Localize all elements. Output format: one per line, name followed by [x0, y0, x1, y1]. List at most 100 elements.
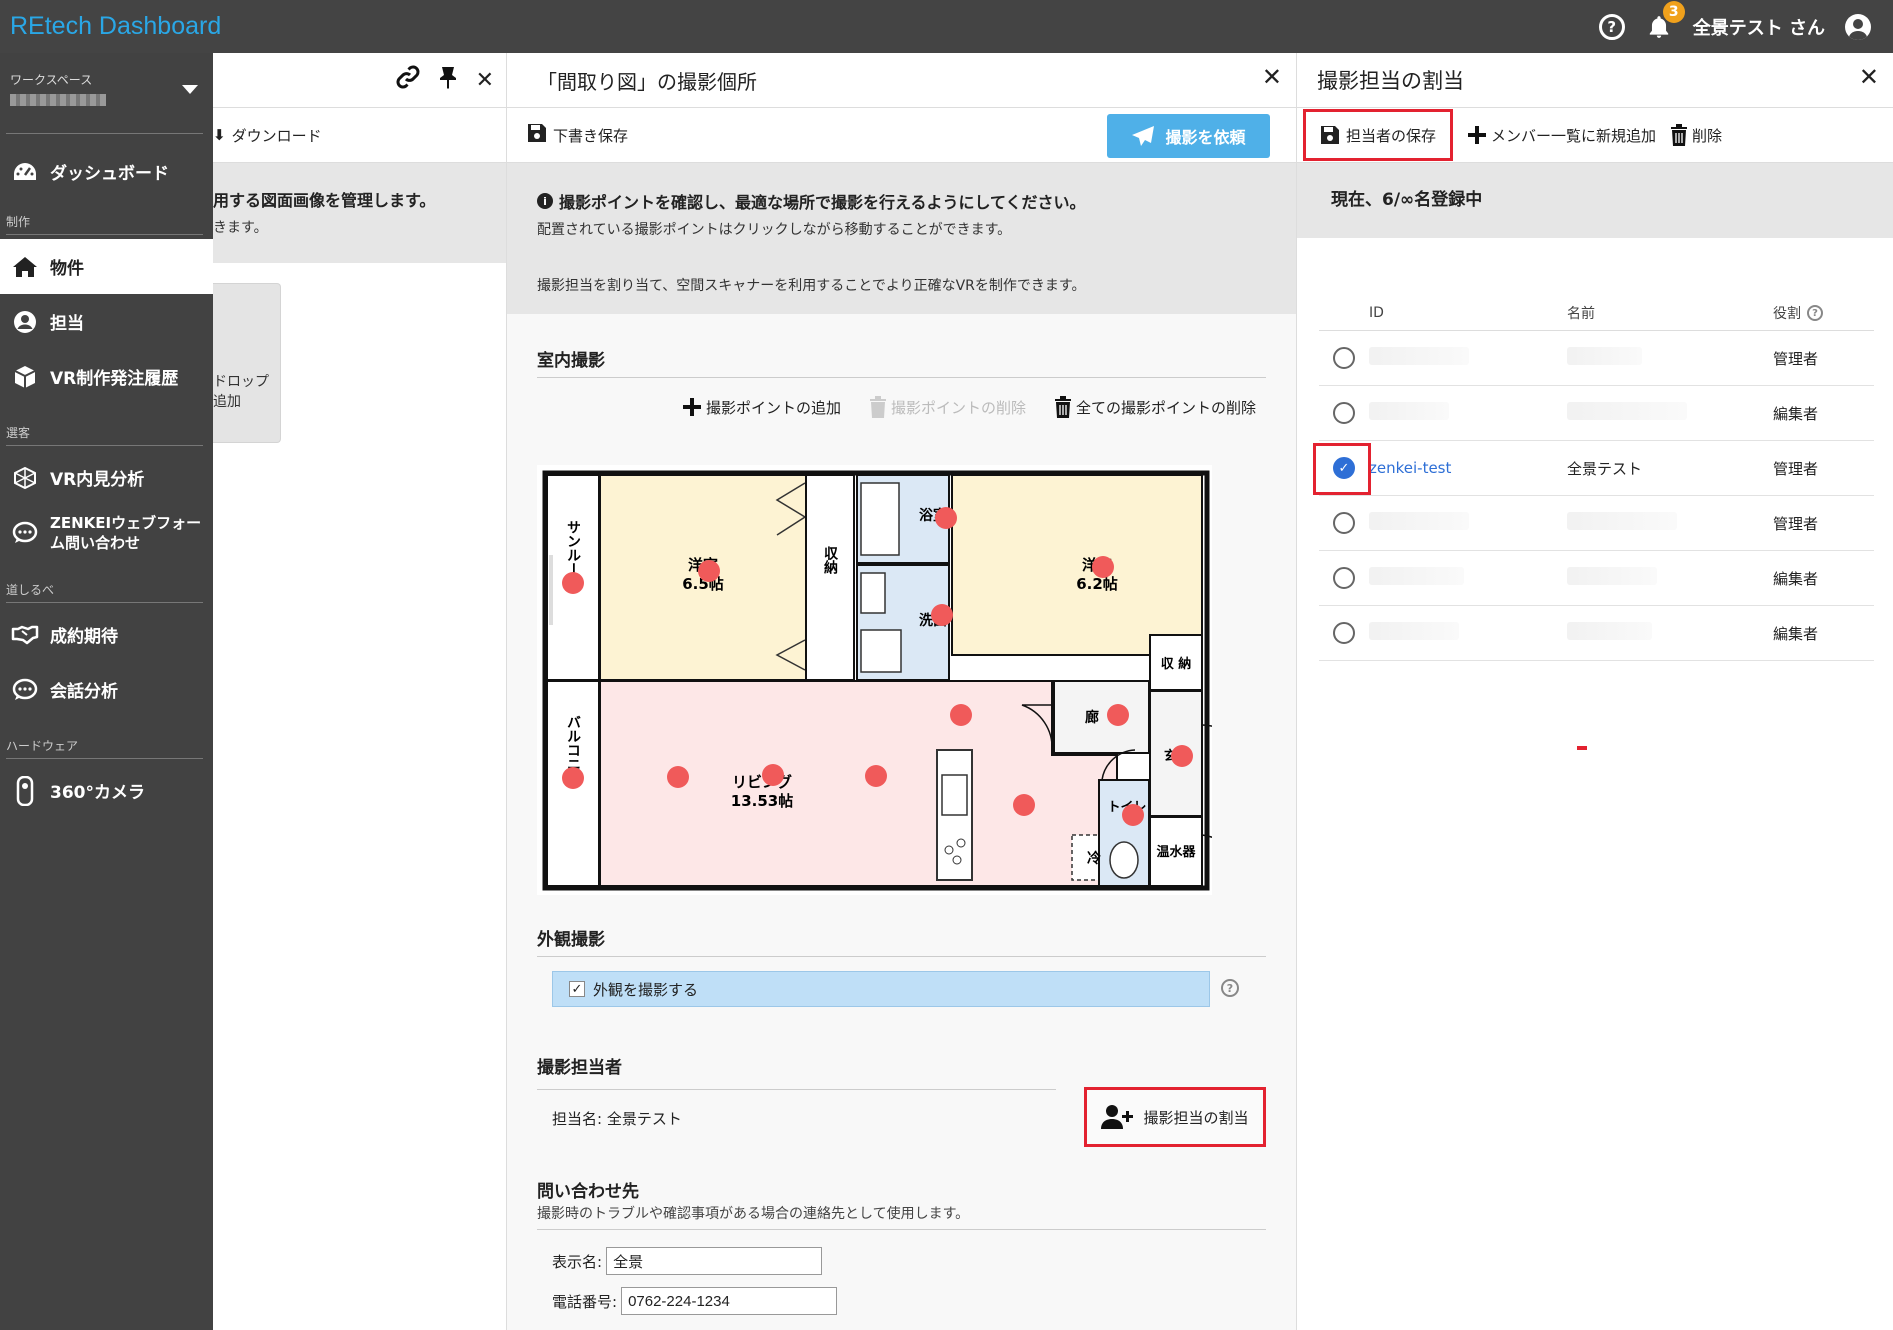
shooting-point[interactable] — [1107, 704, 1129, 726]
save-icon — [527, 123, 547, 147]
shooting-point[interactable] — [935, 507, 957, 529]
shooting-point[interactable] — [931, 604, 953, 626]
shooting-point[interactable] — [1092, 556, 1114, 578]
assign-photographer-button[interactable]: 撮影担当の割当 — [1084, 1087, 1266, 1147]
shooting-point[interactable] — [1013, 794, 1035, 816]
row-name — [1567, 347, 1773, 369]
avatar[interactable] — [1845, 13, 1871, 40]
sidebar-item-label: VR制作発注履歴 — [50, 369, 179, 389]
row-select[interactable] — [1319, 402, 1369, 424]
sidebar-item-vr-analysis[interactable]: VR内見分析 — [0, 450, 213, 505]
shooting-point[interactable] — [1171, 745, 1193, 767]
sidebar-item-dashboard[interactable]: ダッシュボード — [0, 144, 213, 199]
exterior-checkbox-row[interactable]: ✓ 外観を撮影する — [552, 971, 1210, 1007]
request-shooting-button[interactable]: 撮影を依頼 — [1107, 114, 1270, 158]
row-id[interactable]: zenkei-test — [1369, 459, 1567, 477]
sidebar-item-label: 360°カメラ — [50, 783, 145, 803]
phone-input[interactable]: 0762-224-1234 — [621, 1287, 838, 1315]
pin-icon[interactable] — [438, 65, 458, 95]
photographer-section-title: 撮影担当者 — [537, 1058, 622, 1078]
display-name-label: 表示名: — [552, 1252, 603, 1271]
add-point-button[interactable]: 撮影ポイントの追加 — [682, 397, 841, 418]
sidebar-section-hardware: ハードウェア — [6, 739, 79, 753]
row-role: 編集者 — [1773, 569, 1819, 588]
floorplan[interactable]: サンルーム 洋室 6.5帖 収納 浴室 洗面 洋室 6.2帖 収 納 バルコニー… — [537, 465, 1212, 895]
shooting-point[interactable] — [950, 704, 972, 726]
sidebar-item-staff[interactable]: 担当 — [0, 294, 213, 349]
table-row[interactable]: 編集者 — [1319, 551, 1874, 606]
sidebar-item-web-form[interactable]: ZENKEIウェブフォー ム問い合わせ — [0, 505, 213, 561]
column-id: ID — [1369, 305, 1384, 321]
row-role: 管理者 — [1773, 349, 1819, 368]
chevron-down-icon[interactable] — [182, 85, 198, 94]
assigned-photographer-text: 担当名: 全景テスト — [552, 1110, 682, 1128]
exterior-checkbox[interactable]: ✓ — [569, 981, 585, 997]
radio-button[interactable] — [1333, 347, 1355, 369]
close-icon[interactable]: ✕ — [476, 68, 494, 93]
row-select[interactable] — [1319, 567, 1369, 589]
vr-icon — [10, 466, 40, 490]
toilet-bowl — [1109, 841, 1139, 879]
drop-zone[interactable]: ドロップ 追加 — [213, 283, 281, 443]
info-sub: きます。 — [213, 220, 268, 236]
delete-point-button[interactable]: 撮影ポイントの削除 — [869, 396, 1026, 418]
user-name[interactable]: 全景テスト さん — [1693, 14, 1825, 40]
help-icon[interactable]: ? — [1598, 13, 1625, 40]
sidebar-item-camera[interactable]: 360°カメラ — [0, 763, 213, 818]
sidebar-item-property[interactable]: 物件 — [0, 239, 213, 294]
section-divider — [537, 1229, 1266, 1230]
draft-save-button[interactable]: 下書き保存 — [553, 125, 628, 146]
table-row[interactable]: 管理者 — [1319, 331, 1874, 386]
download-icon[interactable]: ⬇ — [213, 126, 226, 144]
sidebar-divider — [6, 234, 203, 235]
shooting-point[interactable] — [667, 766, 689, 788]
row-select[interactable] — [1319, 622, 1369, 644]
row-name — [1567, 402, 1773, 424]
download-button[interactable]: ダウンロード — [232, 125, 322, 146]
help-icon[interactable]: ? — [1221, 979, 1239, 997]
help-icon[interactable]: ? — [1807, 305, 1823, 321]
redacted-id — [1369, 402, 1449, 420]
column-role-label: 役割 — [1773, 306, 1801, 322]
app-title[interactable]: REtech Dashboard — [0, 12, 221, 41]
notification-bell[interactable]: 3 — [1645, 0, 1685, 41]
close-icon[interactable]: ✕ — [1859, 63, 1879, 91]
add-member-button[interactable]: メンバー一覧に新規追加 — [1467, 125, 1656, 146]
shooting-point[interactable] — [562, 572, 584, 594]
table-row[interactable]: ✓ zenkei-test 全景テスト 管理者 — [1313, 441, 1874, 496]
radio-button[interactable] — [1333, 567, 1355, 589]
shooting-point[interactable] — [698, 560, 720, 582]
top-bar-actions: ? 3 全景テスト さん — [1598, 0, 1871, 53]
delete-button[interactable]: 削除 — [1670, 124, 1722, 146]
shooting-point[interactable] — [762, 764, 784, 786]
delete-all-points-button[interactable]: 全ての撮影ポイントの削除 — [1054, 396, 1256, 418]
sidebar-item-conversation[interactable]: 会話分析 — [0, 662, 213, 717]
table-row[interactable]: 編集者 — [1319, 386, 1874, 441]
radio-button[interactable] — [1333, 402, 1355, 424]
close-icon[interactable]: ✕ — [1262, 63, 1282, 91]
sidebar-item-vr-orders[interactable]: VR制作発注履歴 — [0, 349, 213, 404]
table-row[interactable]: 管理者 — [1319, 496, 1874, 551]
display-name-input[interactable]: 全景 — [606, 1247, 823, 1275]
shooting-point[interactable] — [562, 767, 584, 789]
radio-button[interactable] — [1333, 512, 1355, 534]
sidebar-item-contract[interactable]: 成約期待 — [0, 607, 213, 662]
dashboard-icon — [10, 160, 40, 184]
workspace-selector[interactable]: ワークスペース — [0, 53, 213, 133]
table-row[interactable]: 編集者 — [1319, 606, 1874, 661]
column-role: 役割 ? — [1773, 303, 1873, 323]
shooting-point[interactable] — [865, 765, 887, 787]
delete-point-label: 撮影ポイントの削除 — [890, 398, 1026, 417]
add-member-label: メンバー一覧に新規追加 — [1491, 126, 1657, 145]
row-select[interactable] — [1319, 347, 1369, 369]
redacted-id — [1369, 512, 1469, 530]
save-assignee-button[interactable]: 担当者の保存 — [1303, 109, 1453, 161]
shooting-point[interactable] — [1122, 804, 1144, 826]
link-icon[interactable] — [396, 65, 420, 95]
row-select[interactable] — [1319, 512, 1369, 534]
notification-count-badge: 3 — [1662, 0, 1685, 23]
panel-toolbar: 下書き保存 撮影を依頼 — [507, 108, 1296, 163]
sunroom-window — [549, 555, 553, 625]
radio-button[interactable] — [1333, 622, 1355, 644]
label-storage1: 収納 — [822, 545, 838, 575]
